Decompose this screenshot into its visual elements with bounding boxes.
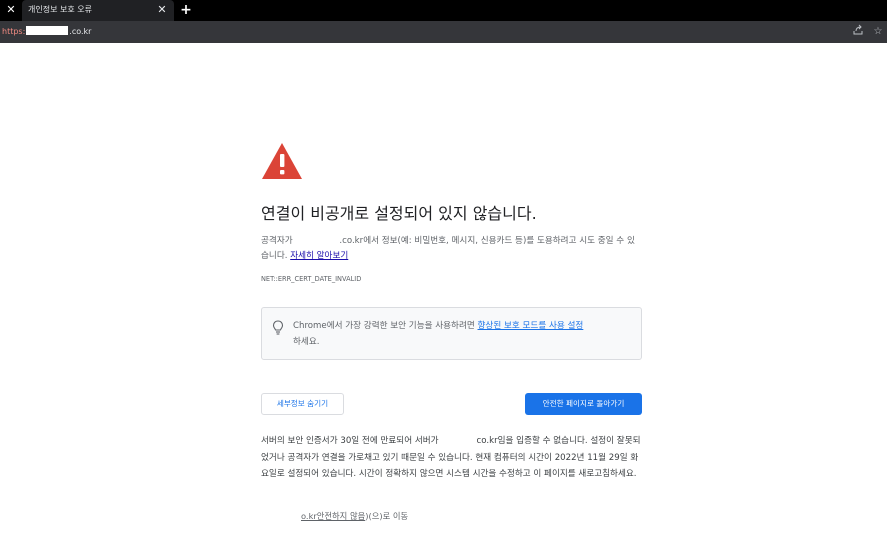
star-icon[interactable]: ☆ xyxy=(870,24,886,40)
url-host: .co.kr xyxy=(69,27,92,36)
learn-more-link[interactable]: 자세히 알아보기 xyxy=(290,251,348,261)
tab-title: 개인정보 보호 오류 xyxy=(28,5,92,14)
close-icon[interactable]: ✕ xyxy=(4,2,18,18)
new-tab-plus-icon[interactable]: + xyxy=(178,1,194,19)
enhanced-protection-promo: Chrome에서 가장 강력한 보안 기능을 사용하려면 향상된 보호 모드를 … xyxy=(261,307,642,360)
back-to-safety-button[interactable]: 안전한 페이지로 돌아가기 xyxy=(525,393,642,415)
promo-text-after: 하세요. xyxy=(293,337,320,347)
details-host-redaction xyxy=(439,435,477,443)
url-field[interactable]: https: .co.kr xyxy=(2,24,91,40)
details-prefix: 서버의 보안 인증서가 30일 전에 만료되어 서버가 xyxy=(261,436,439,446)
url-scheme: https: xyxy=(2,27,26,36)
desc-host: .co.kr xyxy=(339,236,364,246)
proceed-suffix: )(으)로 이동 xyxy=(365,511,409,521)
promo-text-before: Chrome에서 가장 강력한 보안 기능을 사용하려면 xyxy=(293,321,475,331)
tab-strip: ✕ 개인정보 보호 오류 ✕ + xyxy=(0,0,887,21)
warning-triangle-icon xyxy=(262,143,302,179)
error-code: NET::ERR_CERT_DATE_INVALID xyxy=(261,275,362,283)
tab-privacy-error[interactable]: 개인정보 보호 오류 ✕ xyxy=(22,0,174,21)
desc-prefix: 공격자가 xyxy=(261,236,293,246)
promo-text: Chrome에서 가장 강력한 보안 기능을 사용하려면 향상된 보호 모드를 … xyxy=(293,318,638,350)
lightbulb-icon xyxy=(272,320,284,335)
host-redaction xyxy=(295,235,340,243)
url-redaction xyxy=(26,26,69,35)
proceed-unsafe-link[interactable]: o.kr안전하지 않음 xyxy=(301,511,365,521)
page-heading: 연결이 비공개로 설정되어 있지 않습니다. xyxy=(261,204,537,223)
proceed-line: o.kr안전하지 않음)(으)로 이동 xyxy=(261,509,408,523)
hide-details-button[interactable]: 세부정보 숨기기 xyxy=(261,393,344,415)
warning-description: 공격자가 .co.kr에서 정보(예: 비밀번호, 메시지, 신용카드 등)를 … xyxy=(261,234,642,264)
address-bar[interactable]: https: .co.kr ☆ xyxy=(0,21,887,43)
share-icon[interactable] xyxy=(850,24,866,40)
details-host: co.kr xyxy=(476,436,498,446)
tab-close-icon[interactable]: ✕ xyxy=(155,2,169,18)
enhanced-protection-link[interactable]: 향상된 보호 모드를 사용 설정 xyxy=(478,321,584,331)
details-text: 서버의 보안 인증서가 30일 전에 만료되어 서버가 co.kr임을 입증할 수… xyxy=(261,433,642,483)
